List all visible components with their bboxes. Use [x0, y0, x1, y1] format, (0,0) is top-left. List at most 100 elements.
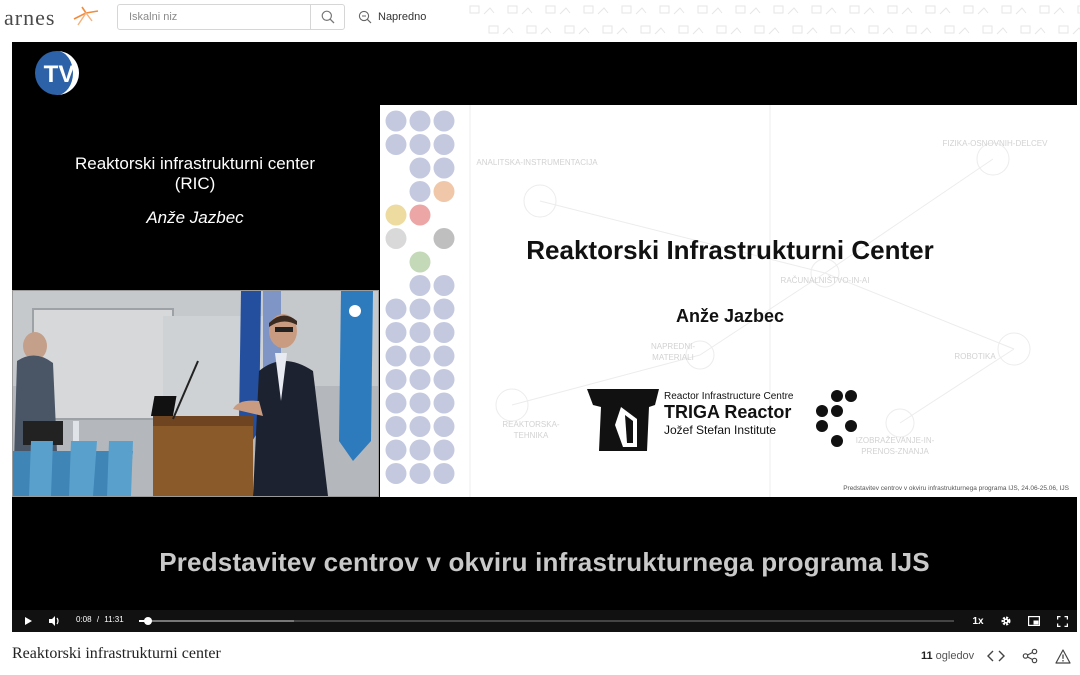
header-pattern-square: [602, 25, 613, 34]
slide-decoration-dot: [433, 275, 455, 296]
share-button[interactable]: [1022, 646, 1038, 666]
time-separator: /: [96, 615, 100, 624]
header-pattern-square: [1020, 25, 1031, 34]
arnes-logo-text: arnes: [4, 5, 56, 30]
header-pattern-square: [887, 5, 898, 14]
header-pattern-square: [735, 5, 746, 14]
header-pattern-arrow: [996, 27, 1008, 35]
header-pattern-square: [1039, 5, 1050, 14]
slide-decoration-dot: [409, 181, 431, 202]
header-pattern-square: [906, 25, 917, 34]
header-pattern-arrow: [1072, 27, 1080, 35]
slide-decoration-dot: [433, 322, 455, 343]
fullscreen-button[interactable]: [1052, 610, 1072, 632]
video-player[interactable]: TV Reaktorski infrastrukturni center (RI…: [12, 42, 1077, 632]
slide-decoration-dot: [433, 416, 455, 437]
slide-watermark-3: RAČUNALNIŠTVO-IN-AI: [780, 276, 870, 285]
slide-decoration-dot: [433, 157, 455, 179]
header-pattern-square: [811, 5, 822, 14]
header-pattern-square: [640, 25, 651, 34]
talk-info: Reaktorski infrastrukturni center (RIC) …: [12, 154, 378, 228]
header-pattern-arrow: [730, 27, 742, 35]
current-time: 0:08: [76, 615, 92, 624]
slide-watermark-6: REAKTORSKA-TEHNIKA: [502, 420, 560, 440]
settings-button[interactable]: [996, 610, 1016, 632]
header-pattern-arrow: [578, 27, 590, 35]
advanced-search-icon: [358, 10, 372, 24]
slide-decoration-dot: [409, 369, 431, 390]
arnes-logo[interactable]: arnes: [4, 5, 99, 33]
progress-bar[interactable]: [139, 617, 954, 625]
slide-decoration-dot: [409, 110, 431, 132]
slide-decoration-dot: [409, 392, 431, 414]
header-pattern-square: [982, 25, 993, 34]
playback-speed-button[interactable]: 1x: [968, 610, 988, 632]
slide-watermark-4: NAPREDNI-MATERIALI: [650, 342, 695, 362]
slide-decoration-dot: [433, 298, 455, 320]
presentation-slide: ANALITSKA-INSTRUMENTACIJA FIZIKA-OSNOVNI…: [380, 105, 1077, 497]
header-pattern-arrow: [1034, 27, 1046, 35]
header-pattern-square: [868, 25, 879, 34]
header-pattern-arrow: [635, 7, 647, 15]
header-pattern-square: [1058, 25, 1069, 34]
slide-decoration-dot: [385, 298, 407, 320]
embed-code-icon: [987, 650, 1005, 662]
slide-watermark-5: ROBOTIKA: [954, 352, 996, 361]
slide-decoration-dot: [409, 416, 431, 437]
slide-watermark-1: ANALITSKA-INSTRUMENTACIJA: [476, 158, 598, 167]
slide-decoration-dot: [433, 110, 455, 132]
player-controls: 0:08 / 11:31 1x: [12, 610, 1077, 632]
volume-button[interactable]: [45, 610, 65, 632]
header-pattern-arrow: [749, 7, 761, 15]
video-title: Reaktorski infrastrukturni center: [12, 645, 221, 662]
slide-decoration-dot: [385, 345, 407, 367]
report-button[interactable]: [1055, 646, 1071, 666]
time-display: 0:08 / 11:31: [76, 615, 124, 624]
header-pattern-square: [583, 5, 594, 14]
slide-speaker: Anže Jazbec: [675, 306, 785, 326]
search-button[interactable]: [310, 5, 344, 29]
slide-decoration-dot: [409, 275, 431, 296]
embed-button[interactable]: [987, 646, 1005, 666]
header-pattern-arrow: [673, 7, 685, 15]
search-input[interactable]: [118, 5, 308, 29]
slide-decoration-dot: [409, 204, 431, 226]
slide-footer: Predstavitev centrov v okviru infrastruk…: [843, 485, 1069, 492]
picture-in-picture-button[interactable]: [1024, 610, 1044, 632]
slide-decoration-dot: [433, 392, 455, 414]
search-box: [117, 4, 345, 30]
header-pattern-arrow: [939, 7, 951, 15]
header-pattern-arrow: [901, 7, 913, 15]
slide-decoration-dot: [409, 322, 431, 343]
triga-dots-icon: [816, 390, 857, 447]
arnes-tv-logo: TV: [35, 51, 79, 95]
header-pattern-square: [507, 5, 518, 14]
triga-line2: TRIGA Reactor: [664, 402, 792, 422]
slide-decoration-dot: [385, 134, 407, 155]
header-pattern-arrow: [787, 7, 799, 15]
header-pattern-arrow: [654, 27, 666, 35]
header-pattern-arrow: [483, 7, 495, 15]
slide-title: Reaktorski Infrastrukturni Center: [526, 235, 934, 265]
header-pattern-square: [849, 5, 860, 14]
event-banner: Predstavitev centrov v okviru infrastruk…: [159, 547, 930, 577]
header-pattern-arrow: [882, 27, 894, 35]
slide-decoration-dot: [385, 392, 407, 414]
play-button[interactable]: [18, 610, 38, 632]
slide-decoration-dot: [385, 204, 407, 226]
share-icon: [1022, 648, 1038, 664]
progress-handle[interactable]: [144, 617, 153, 625]
header-pattern-arrow: [844, 27, 856, 35]
header-pattern-square: [773, 5, 784, 14]
slide-decoration-dot: [385, 228, 407, 249]
advanced-search-link[interactable]: Napredno: [358, 8, 426, 26]
header-pattern-square: [621, 5, 632, 14]
triga-reactor-logo-text: Reactor Infrastructure Centre TRIGA Reac…: [664, 391, 794, 437]
slide-decoration-dot: [433, 134, 455, 155]
camera-feed: [12, 290, 379, 497]
slide-decoration-dot: [409, 463, 431, 484]
header-pattern-arrow: [958, 27, 970, 35]
slide-decoration-dot: [385, 110, 407, 132]
header-pattern-arrow: [768, 27, 780, 35]
header-pattern-arrow: [616, 27, 628, 35]
